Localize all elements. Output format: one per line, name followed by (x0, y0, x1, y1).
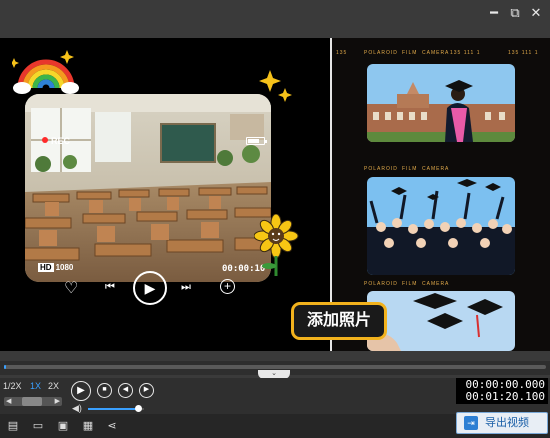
time-display: 00:00:00.000 00:01:20.100 (456, 378, 548, 404)
sunflower-sticker-icon (254, 214, 299, 276)
play-icon[interactable]: ▶ (71, 381, 91, 401)
volume-icon[interactable]: ◀) (72, 403, 82, 414)
total-time: 00:01:20.100 (465, 390, 545, 403)
hd-value: 1080 (55, 263, 74, 272)
timeline-track[interactable] (4, 365, 546, 369)
save-as-icon[interactable]: ▦ (81, 419, 95, 433)
minimize-button[interactable]: ━ (484, 4, 504, 22)
film-label-polaroid: POLAROID (364, 50, 398, 56)
film-label-film-2: FILM (402, 166, 418, 172)
speed-slider[interactable]: ◀ ▶ (4, 397, 62, 406)
volume-fill (88, 408, 139, 410)
share-icon[interactable]: ⋖ (105, 419, 119, 433)
battery-fill (248, 139, 259, 143)
timeline-progress (4, 365, 6, 369)
hd-label: HD (38, 263, 54, 272)
rainbow-sticker-icon (12, 50, 79, 94)
speed-slider-thumb[interactable] (22, 397, 42, 406)
classroom-photo[interactable] (25, 94, 271, 282)
film-label-number-a: 135 111 1 (450, 50, 481, 56)
open-folder-icon[interactable]: ▭ (31, 419, 45, 433)
title-bar: ━ ⧉ ✕ (0, 0, 550, 28)
volume-knob[interactable] (134, 405, 142, 412)
film-label-polaroid-3: POLAROID (364, 281, 398, 287)
film-label-number-b: 135 111 1 (508, 50, 539, 56)
film-label-polaroid-2: POLAROID (364, 166, 398, 172)
film-label-camera: CAMERA (422, 50, 450, 56)
speed-2x-button[interactable]: 2X (48, 381, 59, 391)
video-editor-window: ━ ⧉ ✕ REC HD 1080 00:00:10 ♡ ⏮ ▶ ⏭ + 135… (0, 0, 550, 438)
slider-left-arrow-icon[interactable]: ◀ (6, 397, 11, 406)
export-video-button[interactable]: ⇥ 导出视频 (456, 412, 548, 434)
battery-icon (246, 137, 267, 145)
restore-button[interactable]: ⧉ (505, 4, 525, 22)
rec-indicator: REC (42, 136, 70, 146)
heart-icon[interactable]: ♡ (64, 278, 78, 298)
speed-half-button[interactable]: 1/2X (3, 381, 22, 391)
add-photo-button[interactable]: 添加照片 (291, 302, 387, 340)
graduate-photo-frame-3[interactable] (367, 291, 515, 351)
template-left-panel: REC HD 1080 00:00:10 ♡ ⏮ ▶ ⏭ + (0, 38, 330, 351)
film-label-135: 135 (336, 50, 348, 56)
film-label-film-3: FILM (402, 281, 418, 287)
slider-right-arrow-icon[interactable]: ▶ (55, 397, 60, 406)
new-project-icon[interactable]: ▤ (6, 419, 20, 433)
hd-badge: HD 1080 (38, 263, 73, 272)
graduate-photo-frame-2[interactable] (367, 177, 515, 275)
add-circle-icon[interactable]: + (220, 279, 235, 294)
film-label-camera-2: CAMERA (422, 166, 450, 172)
next-frame-icon[interactable]: ▶ (139, 383, 154, 398)
export-icon: ⇥ (464, 416, 478, 430)
previous-frame-icon[interactable]: ◀ (118, 383, 133, 398)
template-play-icon[interactable]: ▶ (133, 271, 167, 305)
stop-icon[interactable]: ■ (97, 383, 112, 398)
skip-next-icon[interactable]: ⏭ (181, 281, 191, 294)
rec-dot-icon (42, 137, 48, 143)
export-video-label: 导出视频 (485, 417, 529, 429)
graduate-photo-frame-1[interactable] (367, 64, 515, 142)
rec-label: REC (51, 136, 71, 146)
skip-previous-icon[interactable]: ⏮ (105, 281, 115, 294)
save-icon[interactable]: ▣ (56, 419, 70, 433)
film-label-film: FILM (402, 50, 418, 56)
film-label-camera-3: CAMERA (422, 281, 450, 287)
volume-slider[interactable] (88, 405, 144, 412)
close-button[interactable]: ✕ (526, 4, 546, 22)
speed-1x-button[interactable]: 1X (30, 381, 41, 391)
